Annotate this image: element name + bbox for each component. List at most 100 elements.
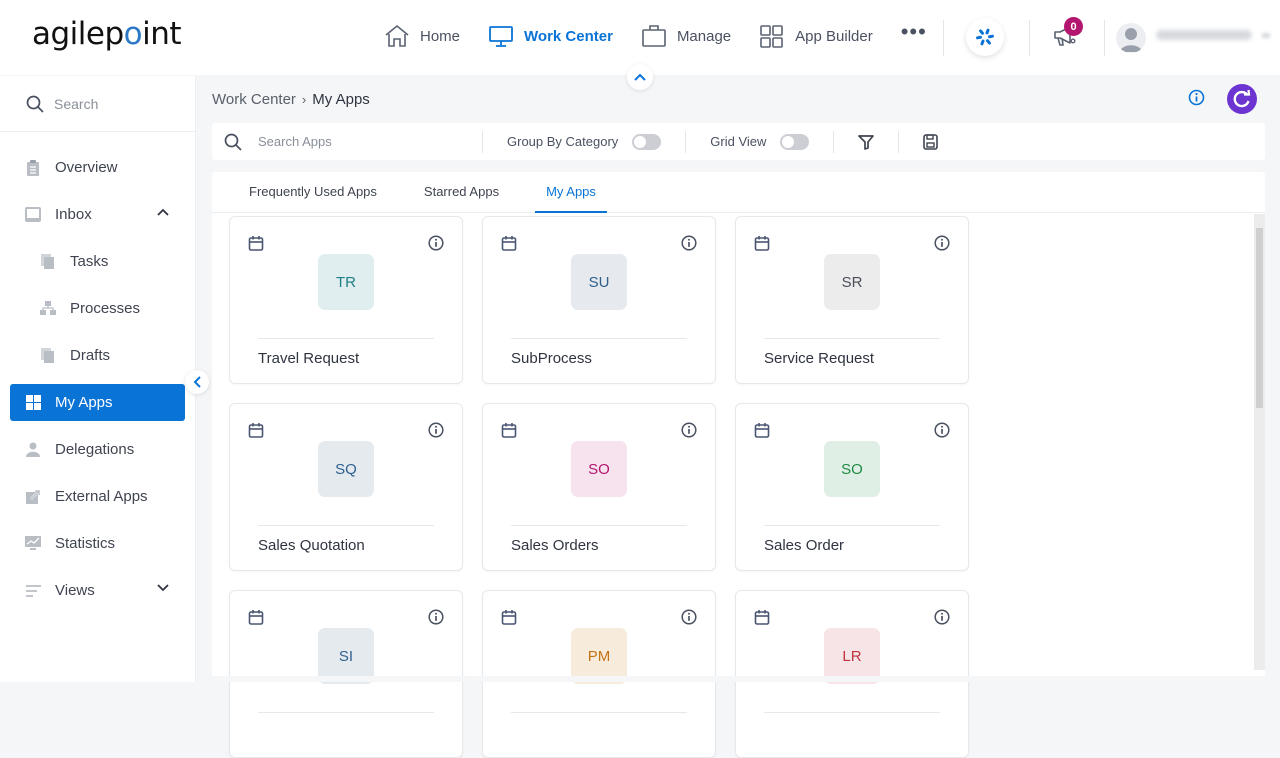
app-name: Travel Request xyxy=(258,350,360,367)
search-apps-field[interactable] xyxy=(212,133,482,151)
app-card[interactable]: SO Sales Orders xyxy=(482,403,716,571)
app-name: Sales Orders xyxy=(511,537,599,554)
refresh-button[interactable] xyxy=(1227,84,1257,114)
nav-app-builder[interactable]: App Builder xyxy=(759,24,873,48)
group-by-category-label: Group By Category xyxy=(507,134,619,149)
sidebar-item-delegations[interactable]: Delegations xyxy=(10,431,185,468)
sidebar-item-statistics[interactable]: Statistics xyxy=(10,525,185,562)
search-icon xyxy=(26,95,44,113)
filter-icon xyxy=(858,134,875,150)
apps-panel: Frequently Used Apps Starred Apps My App… xyxy=(212,172,1265,758)
pinwheel-icon xyxy=(976,28,994,46)
sidebar-item-label: Views xyxy=(55,582,95,599)
save-button[interactable] xyxy=(899,133,962,150)
app-initials-tile: SO xyxy=(824,441,880,497)
more-menu-button[interactable]: ••• xyxy=(901,19,927,45)
user-menu-caret-icon[interactable] xyxy=(1262,33,1270,38)
app-initials-tile: SQ xyxy=(318,441,374,497)
calendar-icon[interactable] xyxy=(501,609,517,630)
sidebar-item-inbox[interactable]: Inbox xyxy=(10,196,185,233)
collapse-sidebar-button[interactable] xyxy=(185,370,209,394)
tab-frequently-used-apps[interactable]: Frequently Used Apps xyxy=(238,172,388,213)
calendar-icon[interactable] xyxy=(248,235,264,256)
page-info-button[interactable] xyxy=(1188,89,1205,111)
calendar-icon[interactable] xyxy=(501,235,517,256)
person-icon xyxy=(25,442,41,458)
nav-work-center[interactable]: Work Center xyxy=(488,24,613,48)
calendar-icon[interactable] xyxy=(754,235,770,256)
sidebar-item-label: External Apps xyxy=(55,488,148,505)
app-card[interactable]: SR Service Request xyxy=(735,216,969,384)
breadcrumb-separator: › xyxy=(301,92,307,107)
user-name-blurred[interactable] xyxy=(1156,30,1252,40)
card-divider xyxy=(511,338,687,339)
divider xyxy=(1104,20,1105,56)
agilepoint-logo[interactable]: agilepoint xyxy=(32,16,182,52)
sidebar-search[interactable]: Search xyxy=(0,76,195,132)
calendar-icon[interactable] xyxy=(248,609,264,630)
chevron-down-icon[interactable] xyxy=(157,584,169,592)
user-avatar[interactable] xyxy=(1116,23,1146,53)
sidebar-item-tasks[interactable]: Tasks xyxy=(10,243,185,280)
app-card[interactable]: LR xyxy=(735,590,969,758)
sidebar-item-external-apps[interactable]: External Apps xyxy=(10,478,185,515)
filter-button[interactable] xyxy=(834,134,898,150)
app-card[interactable]: SO Sales Order xyxy=(735,403,969,571)
calendar-icon[interactable] xyxy=(754,422,770,443)
main-nav: Home Work Center Manage App Builder ••• xyxy=(384,19,927,48)
app-initials-tile: SO xyxy=(571,441,627,497)
views-icon xyxy=(25,583,41,599)
chevron-left-icon xyxy=(193,376,201,388)
info-icon[interactable] xyxy=(681,235,697,256)
sidebar-item-processes[interactable]: Processes xyxy=(10,290,185,327)
info-icon[interactable] xyxy=(428,235,444,256)
search-apps-input[interactable] xyxy=(258,134,458,149)
scrollbar-thumb[interactable] xyxy=(1256,228,1263,408)
monitor-icon xyxy=(489,26,513,47)
statistics-icon xyxy=(25,536,41,552)
app-card[interactable]: SU SubProcess xyxy=(482,216,716,384)
app-card[interactable]: PM xyxy=(482,590,716,758)
app-initials-tile: SU xyxy=(571,254,627,310)
sidebar-item-my-apps[interactable]: My Apps xyxy=(10,384,185,421)
info-icon[interactable] xyxy=(428,609,444,630)
sidebar-item-label: Statistics xyxy=(55,535,116,552)
app-card[interactable]: SI xyxy=(229,590,463,758)
sidebar-item-views[interactable]: Views xyxy=(10,572,185,609)
sidebar-item-drafts[interactable]: Drafts xyxy=(10,337,185,374)
app-card[interactable]: TR Travel Request xyxy=(229,216,463,384)
grid-view-toggle[interactable] xyxy=(780,133,810,150)
nav-home[interactable]: Home xyxy=(384,24,460,48)
tab-my-apps[interactable]: My Apps xyxy=(535,172,607,213)
card-divider xyxy=(258,525,434,526)
divider xyxy=(943,20,944,56)
info-icon[interactable] xyxy=(681,422,697,443)
sidebar-item-overview[interactable]: Overview xyxy=(10,149,185,186)
vertical-scrollbar[interactable] xyxy=(1254,214,1265,670)
info-icon[interactable] xyxy=(934,422,950,443)
sidebar-item-label: Overview xyxy=(55,159,118,176)
breadcrumb-work-center[interactable]: Work Center xyxy=(212,91,296,108)
collapse-header-button[interactable] xyxy=(627,64,653,90)
info-icon[interactable] xyxy=(428,422,444,443)
app-initials-tile: SR xyxy=(824,254,880,310)
calendar-icon[interactable] xyxy=(248,422,264,443)
calendar-icon[interactable] xyxy=(754,609,770,630)
chevron-up-icon[interactable] xyxy=(157,208,169,216)
breadcrumb-current: My Apps xyxy=(312,91,370,108)
info-icon[interactable] xyxy=(681,609,697,630)
calendar-icon[interactable] xyxy=(501,422,517,443)
user-icon xyxy=(1120,28,1142,52)
agilepoint-ai-button[interactable] xyxy=(966,18,1004,56)
app-name: Service Request xyxy=(764,350,875,367)
info-icon[interactable] xyxy=(934,609,950,630)
nav-manage[interactable]: Manage xyxy=(641,24,731,48)
info-icon xyxy=(1188,89,1205,106)
sidebar-item-label: Drafts xyxy=(70,347,111,364)
tab-starred-apps[interactable]: Starred Apps xyxy=(413,172,510,213)
app-card[interactable]: SQ Sales Quotation xyxy=(229,403,463,571)
info-icon[interactable] xyxy=(934,235,950,256)
logo-dot: o xyxy=(123,16,143,52)
group-by-category-toggle[interactable] xyxy=(632,133,662,150)
apps-toolbar: Group By Category Grid View xyxy=(212,123,1265,160)
